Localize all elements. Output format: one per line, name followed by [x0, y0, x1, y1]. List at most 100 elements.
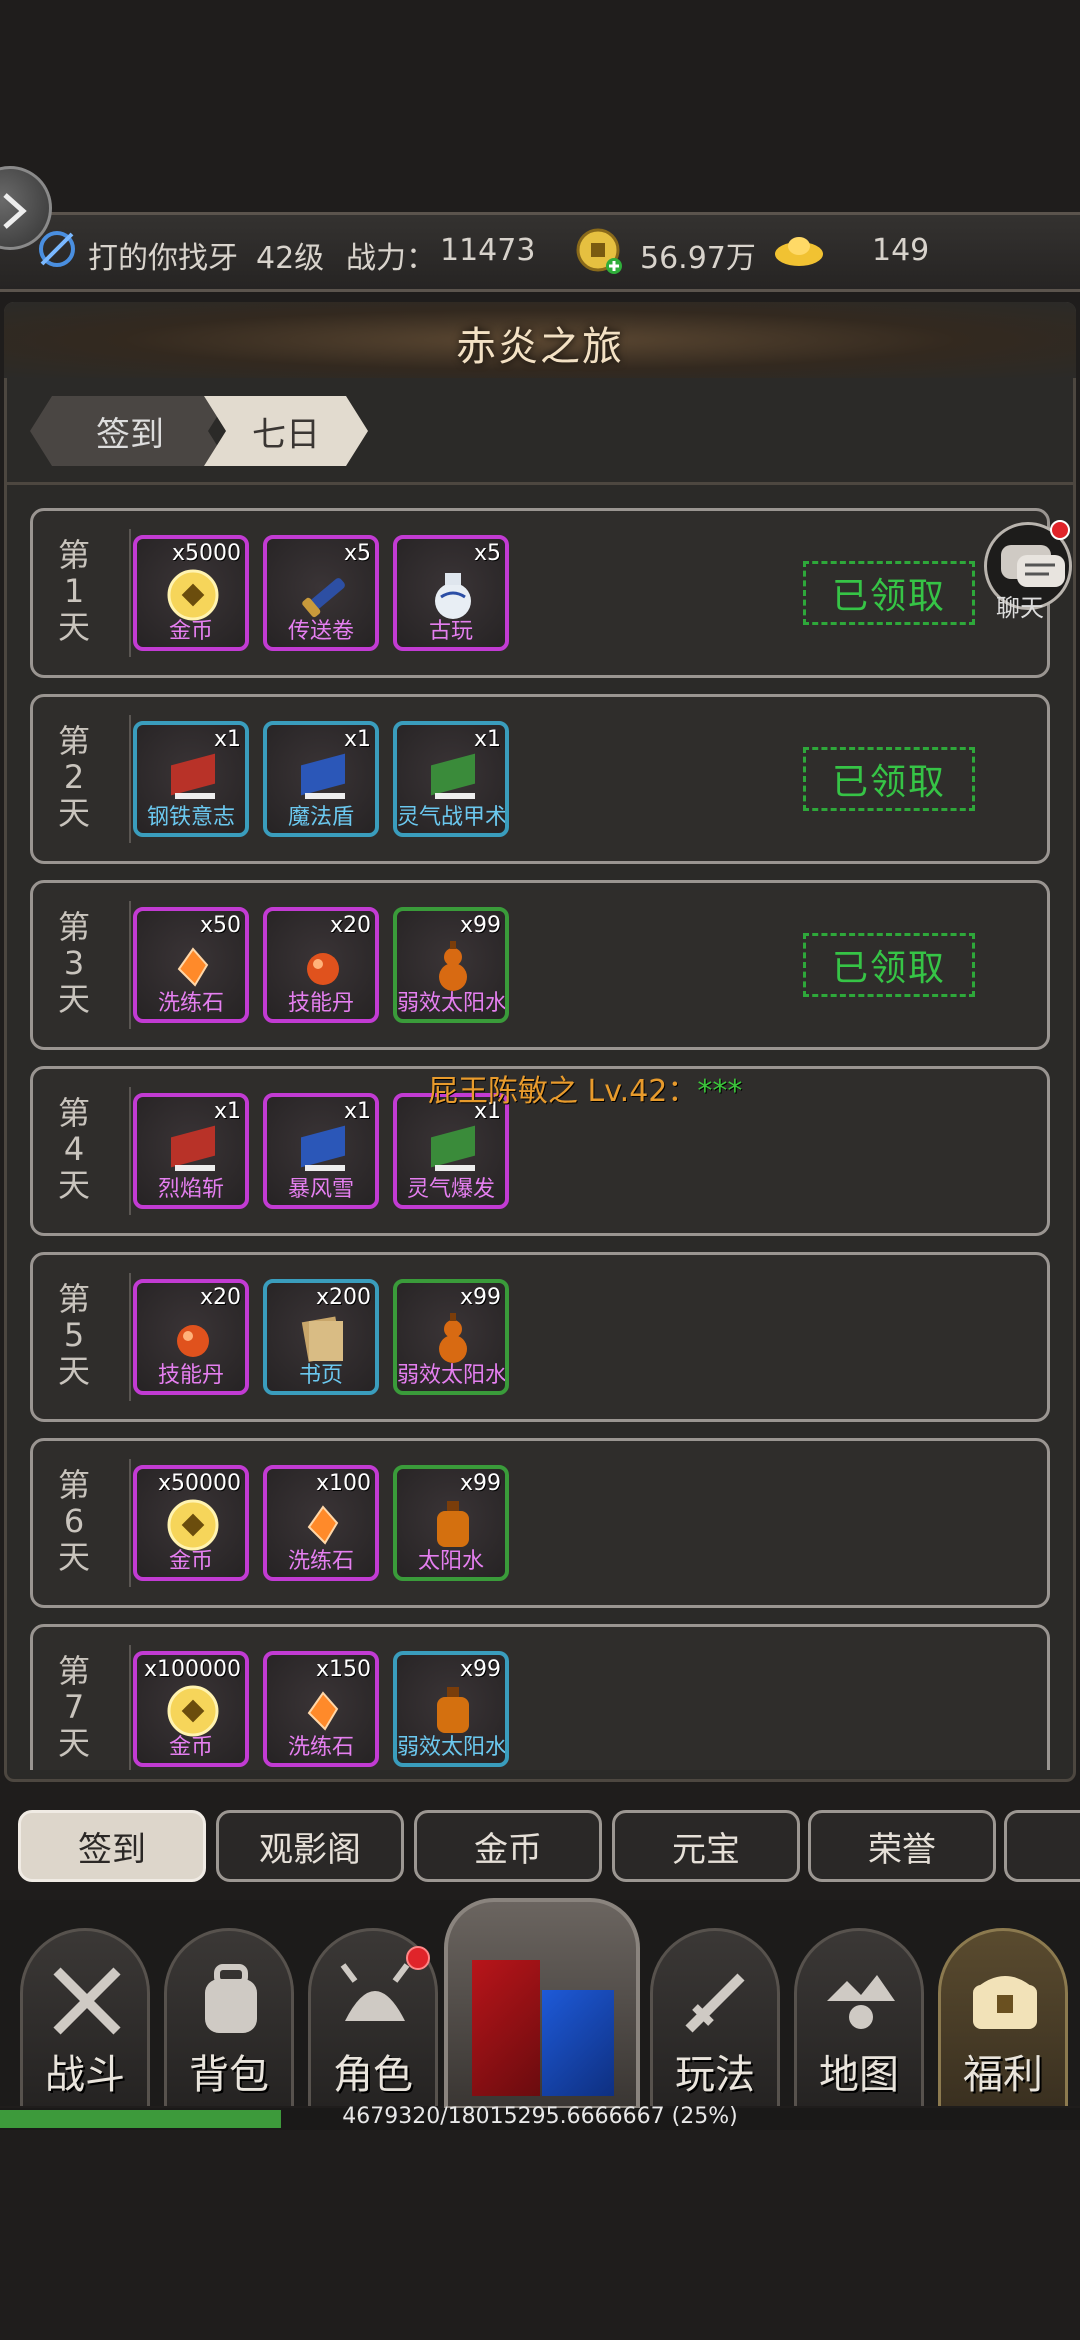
claimed-stamp: 已领取 [803, 747, 975, 811]
reward-item[interactable]: x1 灵气爆发 [393, 1093, 509, 1209]
role-notification-dot [406, 1946, 430, 1970]
reward-item[interactable]: x1 魔法盾 [263, 721, 379, 837]
sub-tab-more[interactable] [1004, 1810, 1080, 1882]
reward-item[interactable]: x100 洗练石 [263, 1465, 379, 1581]
reward-name: 弱效太阳水 [397, 991, 508, 1016]
reward-name: 洗练石 [287, 1735, 354, 1760]
nav-item[interactable]: 战斗 [20, 1928, 150, 2106]
tab-seven-day[interactable]: 七日 [204, 396, 368, 466]
backpack-icon [205, 1964, 257, 2033]
nav-label: 地图 [819, 2052, 899, 2098]
reward-name: 洗练石 [157, 991, 224, 1016]
reward-name: 传送卷 [287, 619, 354, 644]
day-label: 第6天 [45, 1467, 103, 1575]
reward-name: 金币 [168, 1735, 213, 1760]
day-divider [129, 1087, 131, 1215]
day-row: 第 7 天 x100000 金币 x150 洗练石 x99 弱效太阳水 [30, 1624, 1050, 1770]
reward-item[interactable]: x99 弱效太阳水 [393, 1651, 509, 1767]
sword-icon [685, 1973, 745, 2033]
day-label-char: 6 [63, 1502, 85, 1540]
reward-name: 魔法盾 [287, 805, 354, 830]
day-label-char: 天 [57, 1352, 90, 1390]
panel-title: 赤炎之旅 [456, 324, 624, 370]
chat-notification-dot [1050, 520, 1070, 540]
reward-qty: x200 [315, 1285, 371, 1310]
portal-red-half [472, 1960, 540, 2096]
reward-item[interactable]: x1 钢铁意志 [133, 721, 249, 837]
reward-item[interactable]: x150 洗练石 [263, 1651, 379, 1767]
broadcast-stars: *** [697, 1074, 743, 1109]
reward-name: 钢铁意志 [146, 805, 235, 830]
reward-name: 弱效太阳水 [397, 1735, 508, 1760]
day-label: 第2天 [45, 723, 103, 831]
claimed-stamp: 已领取 [803, 561, 975, 625]
day-label-char: 天 [57, 794, 90, 832]
day-row: 第 5 天 x20 技能丹 x200 书页 x99 弱效太阳水 [30, 1252, 1050, 1422]
day-label: 第4天 [45, 1095, 103, 1203]
reward-item[interactable]: x20 技能丹 [133, 1279, 249, 1395]
nav-item[interactable]: 背包 [164, 1928, 294, 2106]
player-level: 42级 [256, 241, 325, 276]
reward-qty: x5 [343, 541, 371, 566]
day-label-char: 第 [57, 722, 90, 760]
chat-label: 聊天 [996, 594, 1044, 622]
reward-qty: x50000 [157, 1471, 241, 1496]
nav-item[interactable]: 地图 [794, 1928, 924, 2106]
sub-tab[interactable]: 签到 [18, 1810, 206, 1882]
tab-signin[interactable]: 签到 [30, 396, 230, 466]
reward-qty: x100000 [143, 1657, 241, 1682]
day-label-char: 天 [57, 1724, 90, 1762]
reward-name: 书页 [298, 1363, 343, 1388]
reward-qty: x99 [459, 1471, 501, 1496]
reward-item[interactable]: x99 弱效太阳水 [393, 907, 509, 1023]
reward-item[interactable]: x99 弱效太阳水 [393, 1279, 509, 1395]
day-label-char: 3 [63, 944, 85, 982]
reward-qty: x99 [459, 1285, 501, 1310]
reward-item[interactable]: x5 古玩 [393, 535, 509, 651]
player-name: 打的你找牙 [88, 241, 238, 276]
day-label-char: 天 [57, 1166, 90, 1204]
reward-item[interactable]: x20 技能丹 [263, 907, 379, 1023]
day-label-char: 第 [57, 1094, 90, 1132]
reward-name: 烈焰斩 [157, 1177, 224, 1202]
day-label-char: 天 [57, 608, 90, 646]
reward-item[interactable]: x1 灵气战甲术 [393, 721, 509, 837]
reward-name: 洗练石 [287, 1549, 354, 1574]
reward-item[interactable]: x99 太阳水 [393, 1465, 509, 1581]
day-label: 第7天 [45, 1653, 103, 1761]
broadcast-text: 屁王陈敏之 Lv.42： [428, 1074, 698, 1109]
reward-item[interactable]: x50 洗练石 [133, 907, 249, 1023]
sub-tab[interactable]: 荣誉 [808, 1810, 996, 1882]
day-divider [129, 901, 131, 1029]
reward-item[interactable]: x200 书页 [263, 1279, 379, 1395]
reward-item[interactable]: x5000 金币 [133, 535, 249, 651]
reward-item[interactable]: x100000 金币 [133, 1651, 249, 1767]
reward-item[interactable]: x5 传送卷 [263, 535, 379, 651]
nav-label: 角色 [333, 2052, 413, 2098]
chevron-right-icon [3, 193, 27, 229]
reward-qty: x50 [199, 913, 241, 938]
portal-blue-half [542, 1990, 614, 2096]
day-label-char: 1 [63, 572, 85, 610]
sub-tab[interactable]: 元宝 [612, 1810, 800, 1882]
reward-item[interactable]: x1 暴风雪 [263, 1093, 379, 1209]
reward-item[interactable]: x1 烈焰斩 [133, 1093, 249, 1209]
reward-name: 技能丹 [287, 991, 354, 1016]
sub-tab[interactable]: 金币 [414, 1810, 602, 1882]
day-divider [129, 1645, 131, 1770]
reward-name: 暴风雪 [287, 1177, 354, 1202]
reward-qty: x1 [473, 727, 501, 752]
reward-name: 太阳水 [417, 1549, 484, 1574]
reward-qty: x5000 [171, 541, 241, 566]
day-row: 第 6 天 x50000 金币 x100 洗练石 x99 太阳水 [30, 1438, 1050, 1608]
reward-item[interactable]: x50000 金币 [133, 1465, 249, 1581]
sub-tab[interactable]: 观影阁 [216, 1810, 404, 1882]
day-label-char: 第 [57, 1280, 90, 1318]
add-coin-icon[interactable] [574, 226, 624, 280]
exp-text: 4679320/18015295.6666667 (25%) [342, 2104, 738, 2129]
reward-qty: x99 [459, 913, 501, 938]
nav-label: 战斗 [45, 2052, 125, 2098]
nav-item[interactable]: 福利 [938, 1928, 1068, 2106]
day-row: 第 2 天 x1 钢铁意志 x1 魔法盾 x1 灵气战甲术 已领取 [30, 694, 1050, 864]
nav-item[interactable]: 玩法 [650, 1928, 780, 2106]
